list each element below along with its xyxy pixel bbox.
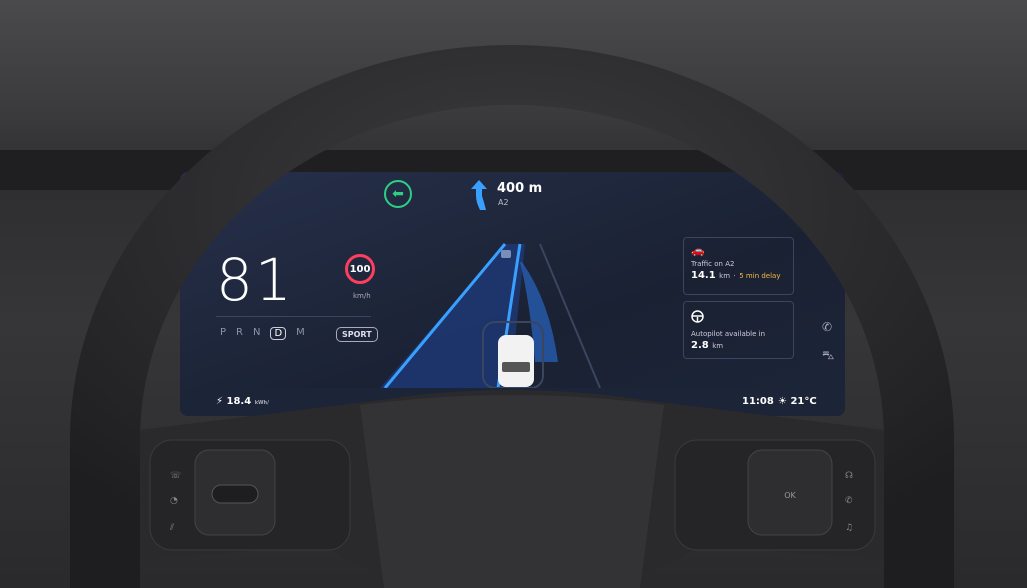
airbag-cover (360, 395, 664, 588)
steering-wheel: OK ☏ ◔ ⫽ ☊ ✆ ♫ (70, 45, 954, 588)
cruise-icon[interactable]: ◔ (170, 496, 178, 506)
music-icon[interactable]: ♫ (845, 523, 853, 533)
ok-button[interactable]: OK (784, 491, 796, 500)
lane-assist-icon[interactable]: ⫽ (169, 523, 174, 533)
voice-command-icon[interactable]: ☊ (845, 471, 853, 481)
left-scroll-wheel[interactable] (211, 484, 259, 504)
call-icon[interactable]: ✆ (845, 496, 853, 506)
voice-icon[interactable]: ☏ (170, 471, 181, 481)
